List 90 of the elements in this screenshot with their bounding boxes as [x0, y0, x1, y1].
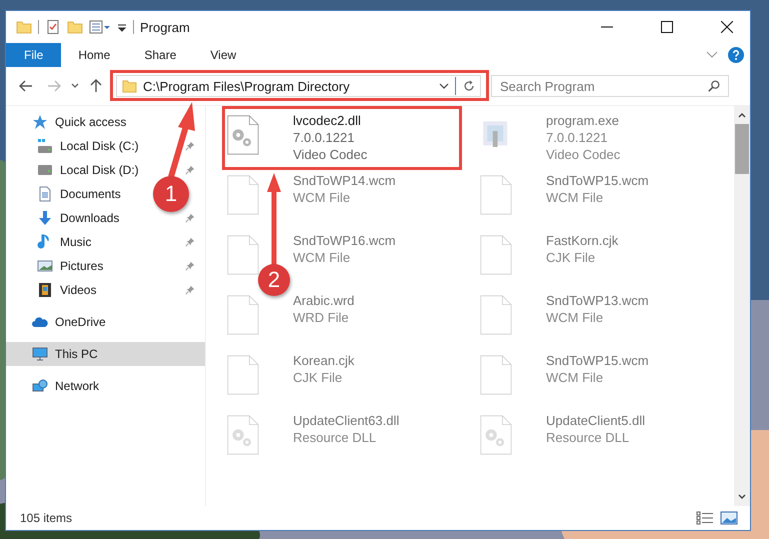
file-icon[interactable]: [480, 295, 512, 335]
ribbon-tab[interactable]: View: [193, 43, 254, 67]
file-name[interactable]: FastKorn.cjk: [546, 232, 618, 249]
sidebar-item[interactable]: Videos: [37, 282, 96, 298]
file-detail: WCM File: [546, 369, 604, 386]
drive-icon: [37, 162, 53, 178]
sidebar-item[interactable]: Quick access: [32, 114, 126, 130]
close-icon: [721, 21, 733, 33]
document-icon: [37, 186, 53, 202]
sidebar-item[interactable]: Documents: [37, 186, 121, 202]
file-icon[interactable]: [227, 355, 259, 395]
pin-icon[interactable]: [185, 285, 195, 295]
file-name[interactable]: SndToWP15.wcm: [546, 172, 649, 189]
pin-icon[interactable]: [185, 237, 195, 247]
file-name[interactable]: program.exe: [546, 112, 620, 129]
drive-icon: [37, 138, 53, 154]
file-name[interactable]: lvcodec2.dll: [293, 112, 368, 129]
back-arrow-icon[interactable]: [18, 78, 34, 94]
forward-arrow-icon[interactable]: [46, 78, 62, 94]
sidebar-item[interactable]: Music: [37, 234, 92, 250]
file-name[interactable]: SndToWP14.wcm: [293, 172, 396, 189]
sidebar-item[interactable]: Downloads: [37, 210, 120, 226]
ribbon-tab[interactable]: Home: [61, 43, 128, 67]
monitor-icon: [32, 346, 48, 362]
file-detail: WRD File: [293, 309, 350, 326]
item-count: 105 items: [20, 511, 72, 525]
file-icon[interactable]: [480, 355, 512, 395]
file-name[interactable]: UpdateClient63.dll: [293, 412, 400, 429]
ribbon-tab[interactable]: Share: [127, 43, 194, 67]
file-detail: WCM File: [293, 189, 352, 206]
scrollbar[interactable]: [734, 106, 750, 506]
pin-icon[interactable]: [185, 261, 195, 271]
search-field[interactable]: Search Program: [491, 75, 729, 97]
maximize-icon: [661, 21, 673, 33]
pin-icon[interactable]: [185, 141, 195, 151]
file-name[interactable]: Korean.cjk: [293, 352, 354, 369]
file-name[interactable]: SndToWP15.wcm: [546, 352, 649, 369]
network-icon: [32, 378, 48, 394]
file-detail: Video Codec: [293, 146, 368, 163]
ribbon-tab[interactable]: File: [6, 43, 62, 67]
picture-icon: [37, 258, 53, 274]
folder-icon[interactable]: [67, 19, 83, 35]
sidebar-item[interactable]: Network: [32, 378, 100, 394]
file-detail: CJK File: [293, 369, 344, 386]
file-icon[interactable]: [480, 175, 512, 215]
expand-ribbon-icon[interactable]: [706, 51, 718, 59]
sidebar-item[interactable]: OneDrive: [32, 314, 106, 330]
file-name[interactable]: SndToWP13.wcm: [546, 292, 649, 309]
refresh-icon[interactable]: [462, 79, 476, 93]
up-arrow-icon[interactable]: [88, 78, 104, 94]
details-view-icon[interactable]: [696, 511, 714, 525]
file-detail: WCM File: [546, 309, 604, 326]
sidebar-item[interactable]: Local Disk (D:): [37, 162, 139, 178]
file-detail: CJK File: [546, 249, 596, 266]
minimize-icon: [601, 26, 613, 28]
folder-icon[interactable]: [16, 19, 32, 35]
file-detail: WCM File: [546, 189, 604, 206]
file-detail: 7.0.0.1221: [546, 129, 608, 146]
pin-icon[interactable]: [185, 165, 195, 175]
dropdown-caret-icon[interactable]: [439, 81, 449, 91]
file-icon[interactable]: [227, 235, 259, 275]
pin-icon[interactable]: [185, 213, 195, 223]
file-icon[interactable]: [227, 175, 259, 215]
scroll-thumb[interactable]: [735, 124, 749, 174]
window-title: Program: [140, 20, 190, 34]
down-arrow-icon: [37, 210, 53, 226]
file-detail: Video Codec: [546, 146, 620, 163]
help-icon[interactable]: [728, 47, 744, 63]
file-name[interactable]: Arabic.wrd: [293, 292, 354, 309]
file-name[interactable]: SndToWP16.wcm: [293, 232, 396, 249]
checklist-icon[interactable]: [45, 19, 61, 35]
file-detail: Resource DLL: [546, 429, 630, 446]
file-detail: WCM File: [293, 249, 352, 266]
sidebar-item[interactable]: Local Disk (C:): [37, 138, 139, 154]
address-bar[interactable]: C:\Program Files\Program Directory: [116, 75, 481, 97]
search-icon[interactable]: [707, 79, 721, 93]
film-icon: [37, 282, 53, 298]
address-path: C:\Program Files\Program Directory: [143, 78, 351, 94]
thumbnail-view-icon[interactable]: [720, 511, 738, 525]
file-icon[interactable]: [480, 235, 512, 275]
sidebar-item[interactable]: Pictures: [37, 258, 104, 274]
properties-icon[interactable]: [89, 19, 111, 35]
file-detail: Resource DLL: [293, 429, 378, 446]
gear-file-icon[interactable]: [227, 115, 259, 155]
sidebar-item[interactable]: This PC: [32, 346, 98, 362]
file-icon[interactable]: [227, 295, 259, 335]
folder-icon: [122, 78, 137, 94]
star-icon: [32, 114, 48, 130]
file-name[interactable]: UpdateClient5.dll: [546, 412, 646, 429]
file-detail: 7.0.0.1221: [293, 129, 356, 146]
